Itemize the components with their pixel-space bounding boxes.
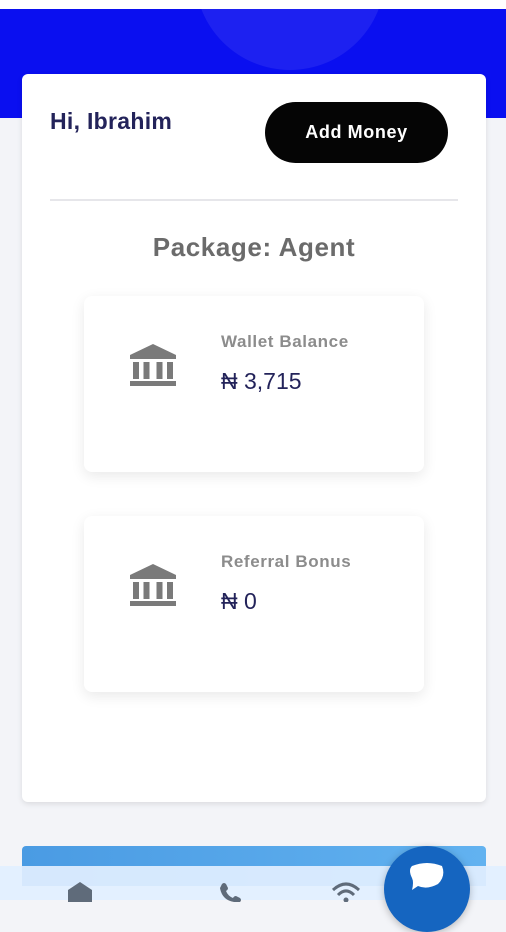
banner-decoration	[195, 0, 385, 70]
home-icon[interactable]	[64, 880, 96, 902]
wallet-balance-card[interactable]: Wallet Balance ₦ 3,715	[84, 296, 424, 472]
phone-icon[interactable]	[214, 880, 246, 902]
wallet-balance-label: Wallet Balance	[221, 332, 349, 351]
greeting-text: Hi, Ibrahim	[50, 108, 173, 134]
package-label: Package: Agent	[152, 232, 356, 262]
referral-bonus-label: Referral Bonus	[221, 552, 352, 571]
referral-bonus-value: ₦ 0	[221, 588, 257, 614]
referral-bonus-card[interactable]: Referral Bonus ₦ 0	[84, 516, 424, 692]
wallet-balance-value: ₦ 3,715	[221, 368, 302, 394]
chat-icon	[410, 863, 444, 890]
add-money-button[interactable]: Add Money	[265, 102, 448, 163]
account-summary-card: Hi, Ibrahim Add Money Package: Agent Wal…	[22, 74, 486, 802]
bank-icon	[130, 564, 176, 606]
divider	[50, 199, 458, 201]
chat-fab-button[interactable]	[384, 846, 470, 932]
bank-icon	[130, 344, 176, 386]
wifi-icon[interactable]	[330, 880, 362, 902]
